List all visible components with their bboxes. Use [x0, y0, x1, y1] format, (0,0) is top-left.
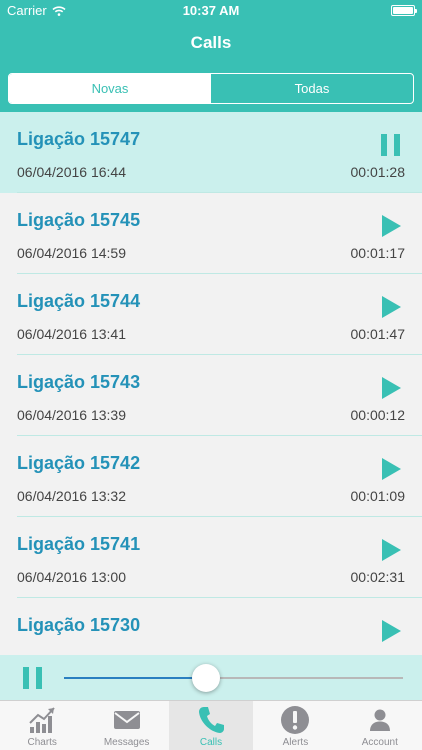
tab-label: Charts [27, 737, 57, 748]
call-title: Ligação 15743 [17, 372, 141, 392]
phone-icon [196, 705, 226, 735]
status-bar: Carrier 10:37 AM [0, 0, 422, 22]
calls-list: Ligação 15747 06/04/2016 16:44 00:01:28 … [0, 112, 422, 655]
call-date: 06/04/2016 13:32 [17, 488, 126, 504]
play-icon[interactable] [379, 375, 403, 401]
call-title: Ligação 15747 [17, 129, 141, 149]
envelope-icon-graphic [113, 711, 140, 729]
tab-calls[interactable]: Calls [168, 701, 254, 750]
call-duration: 00:02:31 [350, 569, 406, 585]
tab-bar: Charts Messages Calls Alerts Account [0, 700, 422, 750]
chart-icon [27, 705, 57, 735]
call-row[interactable]: Ligação 15742 06/04/2016 13:32 00:01:09 [0, 436, 422, 517]
call-title: Ligação 15730 [17, 615, 141, 635]
call-row[interactable]: Ligação 15730 [0, 598, 422, 655]
chart-icon-graphic [29, 707, 55, 733]
call-duration: 00:01:09 [350, 488, 406, 504]
call-row[interactable]: Ligação 15743 06/04/2016 13:39 00:00:12 [0, 355, 422, 436]
header: Carrier 10:37 AM Calls Novas Todas [0, 0, 422, 112]
tab-label: Calls [199, 737, 223, 748]
segment-todas[interactable]: Todas [211, 74, 413, 103]
call-title: Ligação 15744 [17, 291, 141, 311]
call-date: 06/04/2016 14:59 [17, 245, 126, 261]
playback-slider-thumb[interactable] [192, 664, 221, 692]
tab-label: Account [361, 737, 398, 748]
call-duration: 00:01:17 [350, 245, 406, 261]
call-title: Ligação 15741 [17, 534, 141, 554]
call-title: Ligação 15745 [17, 210, 141, 230]
person-icon [365, 705, 395, 735]
call-row[interactable]: Ligação 15741 06/04/2016 13:00 00:02:31 [0, 517, 422, 598]
segment-novas[interactable]: Novas [9, 74, 211, 103]
status-time: 10:37 AM [182, 3, 240, 18]
call-row[interactable]: Ligação 15747 06/04/2016 16:44 00:01:28 [0, 112, 422, 193]
play-icon[interactable] [379, 213, 403, 239]
battery-icon [391, 5, 417, 16]
call-duration: 00:00:12 [350, 407, 406, 423]
call-date: 06/04/2016 13:41 [17, 326, 126, 342]
person-icon-graphic [369, 709, 390, 731]
call-duration: 00:01:47 [350, 326, 406, 342]
tab-label: Messages [103, 737, 150, 748]
play-icon[interactable] [379, 456, 403, 482]
tab-charts[interactable]: Charts [0, 701, 84, 750]
playback-progress-fill [64, 677, 207, 679]
tab-alerts[interactable]: Alerts [253, 701, 337, 750]
call-row[interactable]: Ligação 15744 06/04/2016 13:41 00:01:47 [0, 274, 422, 355]
call-title: Ligação 15742 [17, 453, 141, 473]
call-row[interactable]: Ligação 15745 06/04/2016 14:59 00:01:17 [0, 193, 422, 274]
audio-player [0, 655, 422, 700]
playback-slider[interactable] [64, 664, 403, 692]
pause-icon[interactable] [379, 132, 403, 158]
alert-icon [280, 705, 310, 735]
page-title: Calls [190, 33, 232, 52]
tab-messages[interactable]: Messages [84, 701, 168, 750]
alert-icon-graphic [281, 706, 310, 734]
tab-account[interactable]: Account [338, 701, 422, 750]
play-icon[interactable] [379, 294, 403, 320]
call-date: 06/04/2016 13:00 [17, 569, 126, 585]
call-date: 06/04/2016 16:44 [17, 164, 126, 180]
tab-label: Alerts [282, 737, 309, 748]
call-duration: 00:01:28 [350, 164, 406, 180]
envelope-icon [112, 705, 142, 735]
play-icon[interactable] [379, 537, 403, 563]
phone-icon-graphic [199, 707, 225, 733]
call-date: 06/04/2016 13:39 [17, 407, 126, 423]
filter-segmented-control: Novas Todas [8, 73, 414, 104]
play-icon[interactable] [379, 618, 403, 644]
player-pause-icon[interactable] [22, 666, 44, 690]
